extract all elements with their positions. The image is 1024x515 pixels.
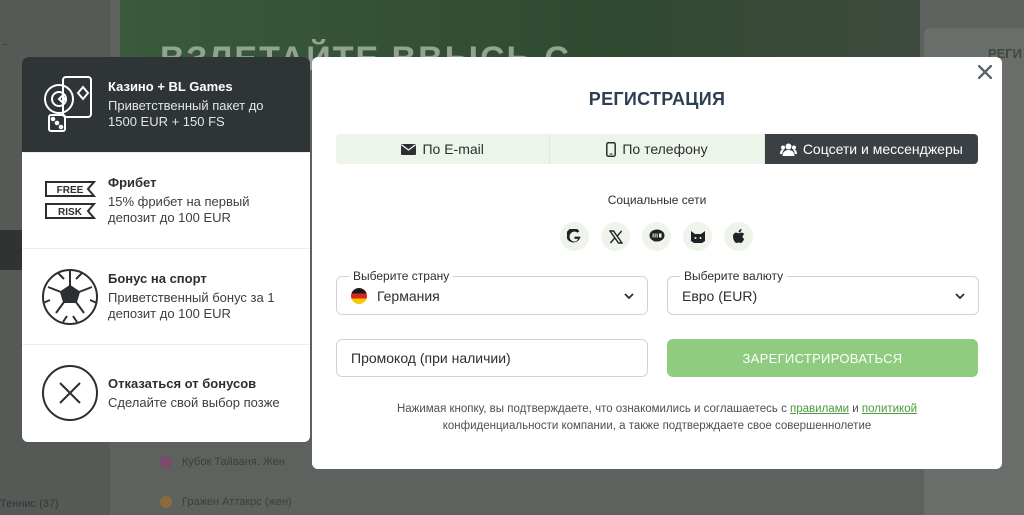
google-button[interactable] [560, 222, 589, 251]
background-left-bottom-text: Теннис (37) [0, 498, 59, 510]
x-twitter-icon [608, 229, 623, 244]
apple-icon [733, 229, 745, 243]
bonus-item-freebet[interactable]: FREE RISK Фрибет 15% фрибет на первый де… [22, 153, 310, 249]
x-twitter-button[interactable] [601, 222, 630, 251]
bonus-description: Приветственный бонус за 1 депозит до 100… [108, 290, 275, 321]
social-networks-label: Социальные сети [607, 193, 707, 207]
bonus-description: Сделайте свой выбор позже [108, 394, 280, 410]
register-button[interactable]: ЗАРЕГИСТРИРОВАТЬСЯ [667, 339, 978, 377]
currency-select[interactable]: Выберите валюту Евро (EUR) [667, 269, 979, 315]
bonus-item-sport[interactable]: Бонус на спорт Приветственный бонус за 1… [22, 249, 310, 345]
casino-chips-icon [40, 75, 100, 135]
free-risk-icon: FREE RISK [40, 171, 100, 231]
close-icon [978, 65, 992, 79]
currency-value: Евро (EUR) [682, 288, 758, 304]
mailru-icon [690, 230, 705, 243]
tab-phone[interactable]: По телефону [550, 134, 765, 164]
social-buttons [560, 222, 753, 251]
close-button[interactable] [976, 63, 994, 81]
rules-link[interactable]: правилами [790, 403, 849, 415]
country-select-label: Выберите страну [349, 269, 454, 283]
line-icon [649, 229, 664, 242]
promo-code-input[interactable]: Промокод (при наличии) [336, 339, 648, 377]
tab-label: По телефону [622, 141, 708, 157]
bonus-description: Приветственный пакет до 1500 EUR + 150 F… [108, 98, 264, 129]
chevron-down-icon [623, 289, 635, 307]
bonus-description: 15% фрибет на первый депозит до 100 EUR [108, 194, 250, 225]
country-value: Германия [377, 288, 440, 304]
chevron-down-icon [954, 289, 966, 307]
bonus-title: Бонус на спорт [108, 271, 207, 286]
privacy-policy-link[interactable]: политикой [862, 403, 917, 415]
line-button[interactable] [642, 222, 671, 251]
legal-notice: Нажимая кнопку, вы подтверждаете, что оз… [396, 403, 918, 432]
germany-flag-icon [351, 288, 367, 304]
risk-label: RISK [58, 207, 83, 218]
bonus-panel: Казино + BL Games Приветственный пакет д… [22, 57, 310, 442]
country-select[interactable]: Выберите страну Германия [336, 269, 648, 315]
background-left-text: ~ [2, 40, 8, 51]
bonus-item-casino[interactable]: Казино + BL Games Приветственный пакет д… [22, 57, 310, 153]
currency-select-label: Выберите валюту [680, 269, 788, 283]
soccer-ball-icon [40, 267, 100, 327]
google-icon [567, 229, 581, 243]
envelope-icon [401, 143, 417, 155]
registration-tabs: По E-mail По телефону Соцсети и мессендж… [336, 134, 978, 164]
background-row: Гражен Аттакрс (жен) [120, 488, 910, 515]
phone-icon [606, 141, 617, 157]
bonus-title: Казино + BL Games [108, 79, 233, 94]
tab-label: По E-mail [422, 141, 484, 157]
mailru-button[interactable] [683, 222, 712, 251]
bonus-title: Фрибет [108, 175, 157, 190]
users-icon [779, 143, 797, 156]
bonus-item-decline[interactable]: Отказаться от бонусов Сделайте свой выбо… [22, 345, 310, 441]
tab-email[interactable]: По E-mail [336, 134, 551, 164]
tab-label: Соцсети и мессенджеры [802, 141, 963, 157]
tab-social[interactable]: Соцсети и мессенджеры [764, 134, 978, 164]
apple-button[interactable] [724, 222, 753, 251]
registration-modal: РЕГИСТРАЦИЯ По E-mail По телефону Соцсет… [312, 57, 1002, 469]
modal-title: РЕГИСТРАЦИЯ [588, 89, 726, 109]
x-circle-icon [40, 363, 100, 423]
free-label: FREE [57, 185, 84, 196]
bonus-title: Отказаться от бонусов [108, 375, 257, 391]
